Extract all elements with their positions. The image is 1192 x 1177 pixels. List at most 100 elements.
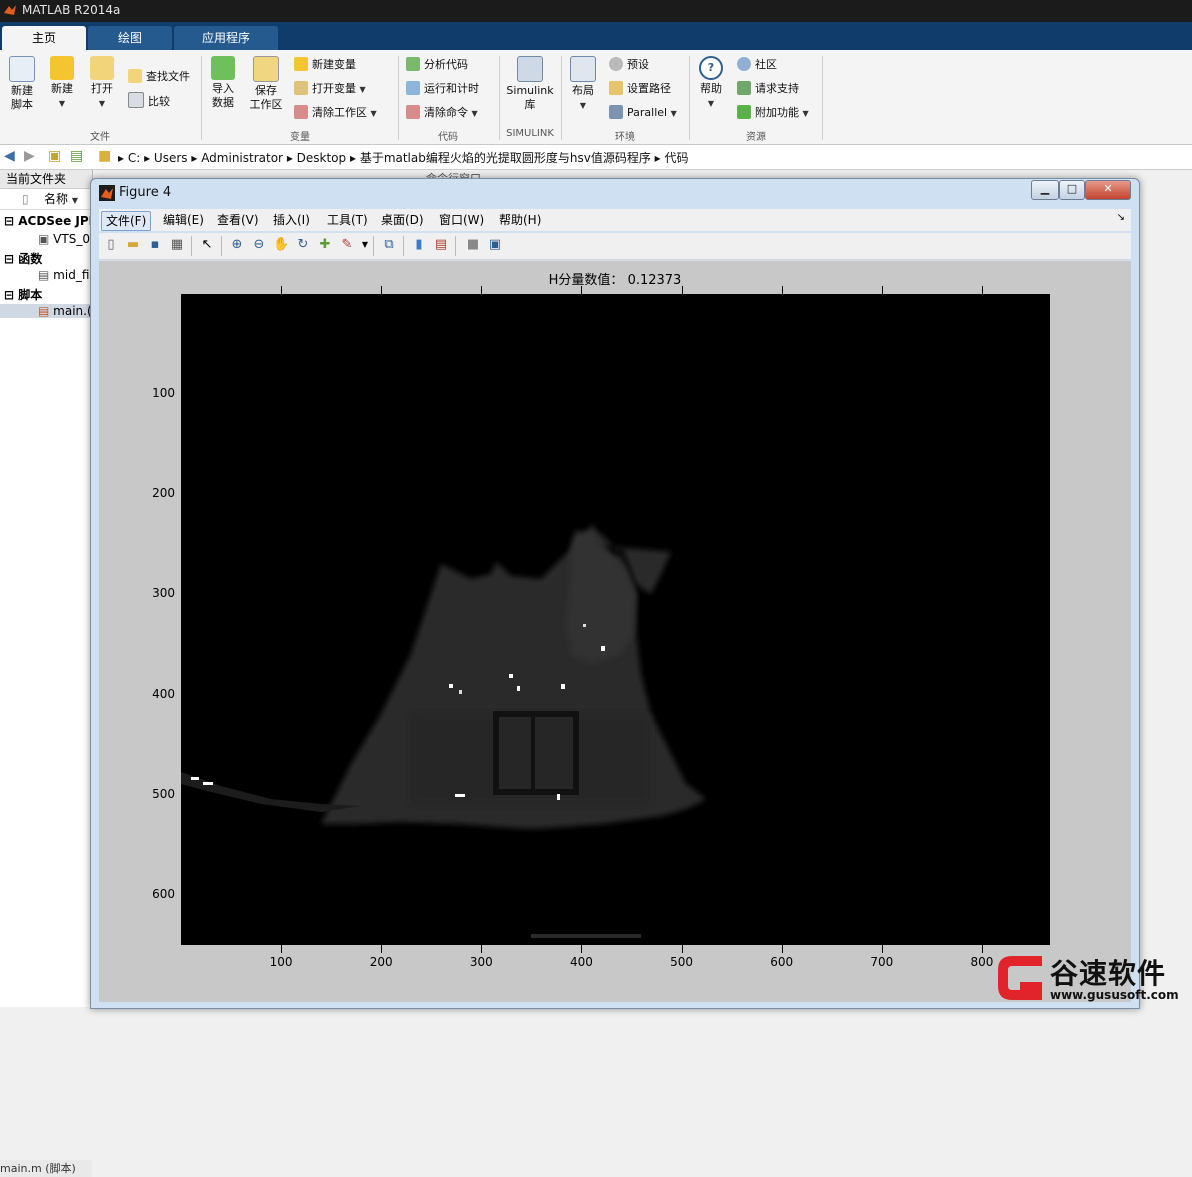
run-and-time-label: 运行和计时	[424, 82, 479, 95]
back-arrow-icon[interactable]: ◀	[4, 148, 15, 164]
menu-tools[interactable]: 工具(T)	[323, 211, 372, 229]
compare-button[interactable]: 比较	[128, 92, 170, 110]
image-axes[interactable]	[181, 294, 1050, 945]
analyze-code-button[interactable]: 分析代码	[406, 56, 468, 74]
tree-group-acdsee[interactable]: ⊟ ACDSee JPE	[4, 214, 97, 228]
print-icon[interactable]: ▦	[169, 237, 185, 253]
watermark-url: www.gususoft.com	[1050, 988, 1179, 1002]
pan-hand-icon[interactable]: ✋	[273, 237, 289, 253]
panel-header: 当前文件夹	[0, 170, 92, 189]
speckle	[459, 690, 462, 694]
breadcrumb-item[interactable]: 代码	[664, 151, 688, 165]
menu-desktop[interactable]: 桌面(D)	[377, 211, 428, 229]
new-variable-button[interactable]: 新建变量	[294, 56, 356, 74]
add-ons-button[interactable]: 附加功能 ▼	[737, 104, 809, 122]
rotate-3d-icon[interactable]: ↻	[295, 237, 311, 253]
speckle	[509, 674, 513, 678]
browse-folder-icon[interactable]: ▤	[70, 148, 83, 164]
tree-item-selected[interactable]: ▤ main.(	[0, 304, 92, 318]
app-title: MATLAB R2014a	[22, 3, 121, 17]
speckle	[517, 686, 520, 691]
community-button[interactable]: 社区	[737, 56, 777, 74]
dock-arrow-icon[interactable]: ↘	[1117, 212, 1125, 223]
hide-plot-tools-icon[interactable]: ■	[465, 237, 481, 253]
chevron-down-icon: ▼	[707, 99, 715, 108]
tab-apps[interactable]: 应用程序	[174, 26, 278, 50]
y-tick-mark	[181, 494, 187, 496]
y-tick-mark	[1044, 494, 1050, 496]
x-tick-mark	[681, 286, 683, 294]
save-icon[interactable]: ▪	[147, 237, 163, 253]
close-button[interactable]: ✕	[1085, 180, 1131, 200]
request-support-button[interactable]: 请求支持	[737, 80, 799, 98]
speckle	[203, 782, 213, 785]
pointer-icon[interactable]: ↖	[199, 237, 215, 253]
new-script-label: 新建 脚本	[11, 84, 33, 111]
tab-plots[interactable]: 绘图	[88, 26, 172, 50]
name-column-label: 名称	[44, 192, 69, 206]
tree-item[interactable]: ▤ mid_fi	[38, 268, 89, 282]
y-tick-mark	[181, 894, 187, 896]
forward-arrow-icon[interactable]: ▶	[24, 148, 35, 164]
breadcrumb-item[interactable]: C:	[128, 151, 140, 165]
maximize-button[interactable]: □	[1059, 180, 1085, 200]
speckle	[583, 624, 586, 627]
link-plot-icon[interactable]: ⧉	[381, 237, 397, 253]
set-path-button[interactable]: 设置路径	[609, 80, 671, 98]
find-files-button[interactable]: 查找文件	[128, 68, 190, 86]
chevron-down-icon: ▼	[802, 109, 809, 118]
parallel-label: Parallel	[627, 106, 668, 119]
tab-home[interactable]: 主页	[2, 26, 86, 50]
menu-help[interactable]: 帮助(H)	[495, 211, 545, 229]
menu-view[interactable]: 查看(V)	[213, 211, 263, 229]
open-variable-button[interactable]: 打开变量 ▼	[294, 80, 366, 98]
clear-commands-button[interactable]: 清除命令 ▼	[406, 104, 478, 122]
compare-label: 比较	[148, 95, 170, 108]
breadcrumb-item[interactable]: Desktop	[297, 151, 347, 165]
breadcrumb-item[interactable]: Users	[154, 151, 188, 165]
brush-icon[interactable]: ✎	[339, 237, 355, 253]
clear-workspace-button[interactable]: 清除工作区 ▼	[294, 104, 377, 122]
group-code-label: 代码	[438, 132, 458, 143]
minimize-button[interactable]: ▁	[1031, 180, 1059, 200]
chevron-down-icon: ▼	[579, 101, 587, 110]
open-button[interactable]: 打开 ▼	[86, 56, 118, 111]
run-and-time-button[interactable]: 运行和计时	[406, 80, 479, 98]
menu-insert[interactable]: 插入(I)	[269, 211, 314, 229]
menu-edit[interactable]: 编辑(E)	[159, 211, 208, 229]
zoom-in-icon[interactable]: ⊕	[229, 237, 245, 253]
y-tick-label: 400	[152, 686, 175, 701]
preferences-button[interactable]: 预设	[609, 56, 649, 74]
simulink-library-button[interactable]: Simulink 库	[504, 56, 556, 112]
tree-item-label: VTS_0	[53, 232, 90, 246]
breadcrumb-item[interactable]: Administrator	[201, 151, 283, 165]
menu-window[interactable]: 窗口(W)	[435, 211, 488, 229]
layout-button[interactable]: 布局 ▼	[566, 56, 600, 113]
app-title-bar: MATLAB R2014a	[0, 0, 1192, 22]
new-script-button[interactable]: 新建 脚本	[6, 56, 38, 112]
tree-group-scripts[interactable]: ⊟ 脚本	[4, 286, 42, 303]
zoom-out-icon[interactable]: ⊖	[251, 237, 267, 253]
parallel-button[interactable]: Parallel ▼	[609, 104, 677, 122]
new-figure-icon[interactable]: ▯	[103, 237, 119, 253]
new-button[interactable]: 新建 ▼	[46, 56, 78, 111]
help-button[interactable]: ? 帮助 ▼	[694, 56, 728, 111]
import-data-button[interactable]: 导入 数据	[206, 56, 240, 110]
show-plot-tools-icon[interactable]: ▣	[487, 237, 503, 253]
menu-file[interactable]: 文件(F)	[101, 211, 152, 231]
colorbar-icon[interactable]: ▮	[411, 237, 427, 253]
open-file-icon[interactable]: ▬	[125, 237, 141, 253]
x-tick-label: 400	[570, 955, 593, 969]
up-folder-icon[interactable]: ▣	[48, 148, 61, 164]
save-workspace-button[interactable]: 保存 工作区	[246, 56, 286, 112]
name-column-header[interactable]: ▯ 名称 ▼	[0, 189, 92, 210]
chevron-down-icon[interactable]: ▼	[357, 237, 373, 253]
breadcrumb-item[interactable]: 基于matlab编程火焰的光提取圆形度与hsv值源码程序	[360, 151, 651, 165]
tree-group-functions[interactable]: ⊟ 函数	[4, 250, 42, 267]
speckle	[601, 646, 605, 651]
tree-item[interactable]: ▣ VTS_0	[38, 232, 90, 246]
chevron-down-icon: ▼	[370, 109, 377, 118]
data-cursor-icon[interactable]: ✚	[317, 237, 333, 253]
y-tick-label: 500	[152, 786, 175, 801]
legend-icon[interactable]: ▤	[433, 237, 449, 253]
